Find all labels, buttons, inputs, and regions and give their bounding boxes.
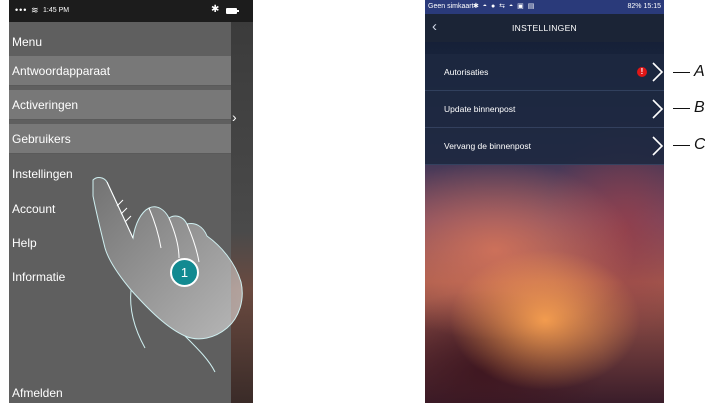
alert-badge: !	[637, 67, 647, 77]
carrier-label: Geen simkaart	[428, 3, 474, 10]
settings-row-update-binnenpost[interactable]: Update binnenpost	[425, 91, 664, 128]
settings-row-vervang-binnenpost[interactable]: Vervang de binnenpost	[425, 128, 664, 165]
chevron-right-icon	[652, 99, 664, 119]
battery-time: 82% 15:15	[627, 3, 661, 10]
row-label: Autorisaties	[444, 67, 489, 77]
step-number-badge: 1	[170, 258, 199, 287]
notification-icons: ✱ ◓ ● ⇆ ◓ ▣ ▤	[473, 3, 536, 10]
left-phone-screen: ••• ≋ 1:45 PM ✱ Menu Antwoordapparaat Ac…	[9, 0, 253, 403]
callout-line-b	[673, 108, 690, 109]
top-bar: ‹ INSTELLINGEN	[425, 14, 664, 42]
callout-line-a	[673, 72, 690, 73]
status-bar: Geen simkaart ✱ ◓ ● ⇆ ◓ ▣ ▤ 82% 15:15	[425, 0, 664, 14]
page-title: INSTELLINGEN	[511, 23, 577, 33]
chevron-right-icon	[652, 136, 664, 156]
chevron-right-icon	[652, 62, 664, 82]
callout-c: C	[694, 136, 705, 153]
settings-row-autorisaties[interactable]: Autorisaties !	[425, 54, 664, 91]
row-label: Vervang de binnenpost	[444, 141, 531, 151]
callout-b: B	[694, 99, 705, 116]
callout-line-c	[673, 145, 690, 146]
row-label: Update binnenpost	[444, 104, 516, 114]
callout-a: A	[694, 63, 705, 80]
tapping-hand-icon	[92, 177, 243, 373]
right-phone-screen: Geen simkaart ✱ ◓ ● ⇆ ◓ ▣ ▤ 82% 15:15 ‹ …	[425, 0, 664, 403]
